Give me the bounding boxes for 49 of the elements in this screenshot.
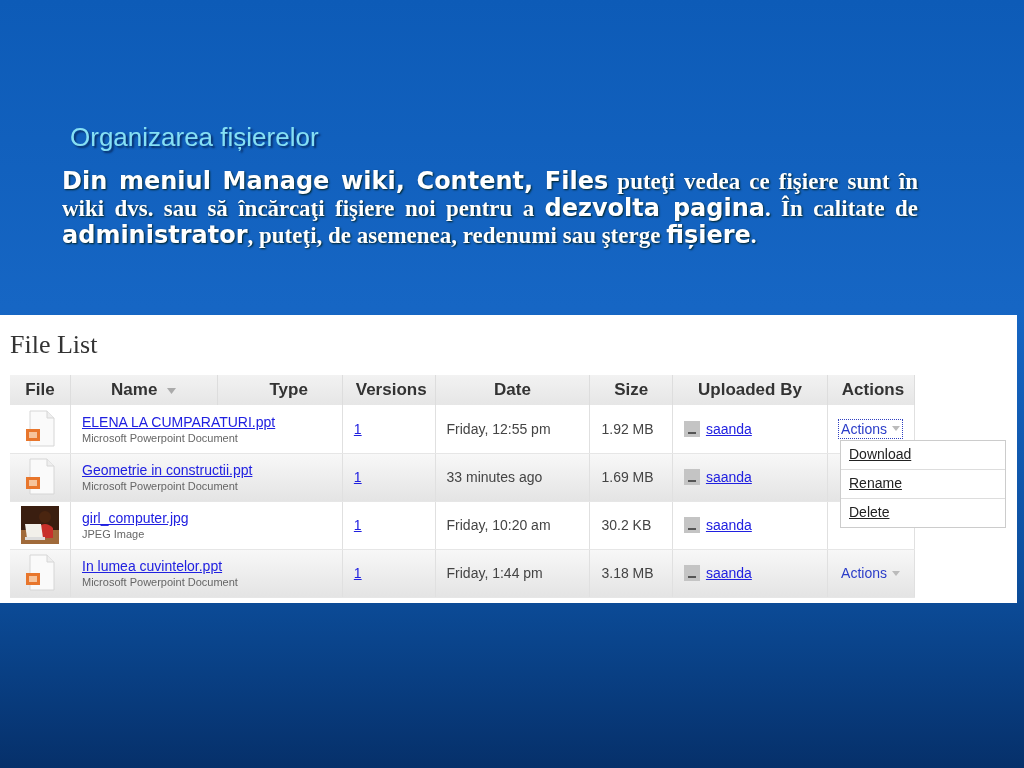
versions-link[interactable]: 1 bbox=[353, 469, 362, 485]
caret-icon bbox=[891, 570, 900, 576]
presentation-file-icon bbox=[25, 554, 55, 592]
slide-heading: Organizarea fișierelor bbox=[70, 121, 319, 154]
avatar-icon bbox=[683, 517, 700, 533]
column-header[interactable]: Uploaded By bbox=[672, 375, 828, 405]
column-header[interactable]: Type bbox=[217, 375, 343, 405]
caret-icon bbox=[891, 426, 900, 432]
menu-item[interactable]: Rename bbox=[841, 470, 1005, 499]
user-link[interactable]: saanda bbox=[705, 517, 752, 533]
file-type: Microsoft Powerpoint Document bbox=[82, 576, 239, 588]
date-text: 33 minutes ago bbox=[446, 469, 543, 485]
size-text: 30.2 KB bbox=[601, 517, 652, 533]
file-type: JPEG Image bbox=[82, 528, 146, 540]
actions-dropdown[interactable]: Actions bbox=[838, 563, 903, 583]
file-type: Microsoft Powerpoint Document bbox=[82, 480, 239, 492]
slide-paragraph: Din meniul Manage wiki, Content, Files puteţi vedea ce fişiere sunt în wiki dvs. sau să încărcaţi fişiere noi pentru a dezvolta pagina. În calitate de administrator, puteţi, de asemenea, redenumi sau şterge fișiere. bbox=[62, 168, 918, 249]
column-header[interactable]: Date bbox=[435, 375, 590, 405]
versions-link[interactable]: 1 bbox=[353, 565, 362, 581]
file-name-link[interactable]: Geometrie in constructii.ppt bbox=[82, 462, 253, 478]
column-header[interactable]: File bbox=[10, 375, 71, 405]
file-name-link[interactable]: ELENA LA CUMPARATURI.ppt bbox=[82, 413, 276, 430]
actions-dropdown[interactable]: Actions bbox=[838, 418, 903, 439]
size-text: 3.18 MB bbox=[601, 565, 654, 581]
file-name-link[interactable]: In lumea cuvintelor.ppt bbox=[82, 558, 223, 574]
file-name-link[interactable]: girl_computer.jpg bbox=[82, 510, 189, 526]
presentation-file-icon bbox=[25, 409, 55, 448]
size-text: 1.69 MB bbox=[601, 469, 654, 485]
menu-item[interactable]: Download bbox=[841, 441, 1005, 470]
column-header[interactable]: Actions bbox=[827, 375, 915, 405]
size-text: 1.92 MB bbox=[601, 420, 654, 437]
file-type: Microsoft Powerpoint Document bbox=[82, 431, 239, 444]
user-link[interactable]: saanda bbox=[705, 420, 752, 437]
avatar-icon bbox=[683, 565, 700, 581]
column-header[interactable]: Versions bbox=[342, 375, 436, 405]
date-text: Friday, 12:55 pm bbox=[446, 420, 551, 437]
column-header[interactable]: Size bbox=[589, 375, 673, 405]
versions-link[interactable]: 1 bbox=[353, 517, 362, 533]
user-link[interactable]: saanda bbox=[705, 469, 752, 485]
presentation-file-icon bbox=[25, 458, 55, 496]
versions-link[interactable]: 1 bbox=[353, 420, 362, 437]
menu-item[interactable]: Delete bbox=[841, 499, 1005, 527]
file-list-title: File List bbox=[10, 329, 98, 361]
date-text: Friday, 1:44 pm bbox=[446, 565, 543, 581]
avatar-icon bbox=[683, 469, 700, 485]
avatar-icon bbox=[683, 420, 700, 437]
user-link[interactable]: saanda bbox=[705, 565, 752, 581]
column-header[interactable]: Name bbox=[70, 375, 217, 405]
date-text: Friday, 10:20 am bbox=[446, 517, 551, 533]
